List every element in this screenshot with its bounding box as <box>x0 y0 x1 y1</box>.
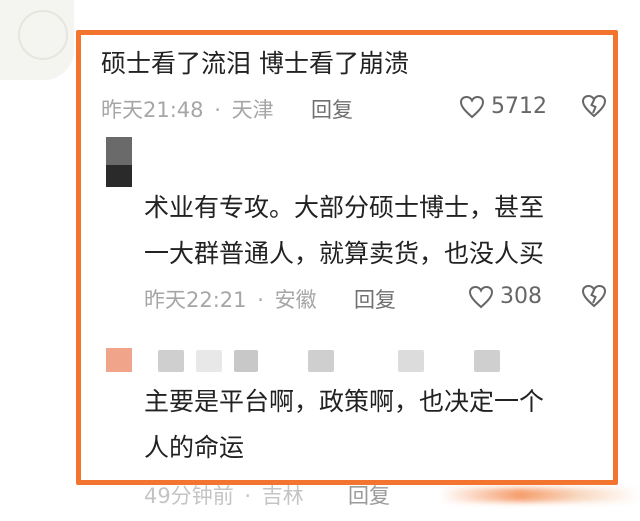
comment-location: 天津 <box>231 98 274 122</box>
like-count: 5712 <box>491 94 547 119</box>
blur-block <box>196 350 222 372</box>
comment-2-meta: 昨天22:21 · 安徽 <box>144 284 317 314</box>
dislike-button[interactable] <box>581 284 607 308</box>
like-button[interactable]: 5712 <box>459 94 547 119</box>
comment-time: 49分钟前 <box>144 484 234 508</box>
comment-location: 吉林 <box>261 484 304 508</box>
avatar-ring <box>18 10 68 60</box>
comment-3-text-line-1: 主要是平台啊，政策啊，也决定一个 <box>144 387 545 416</box>
blur-block <box>158 350 184 372</box>
comment-2-avatar[interactable] <box>106 137 132 187</box>
comment-3-avatar[interactable] <box>106 348 132 372</box>
blur-block <box>346 350 386 372</box>
bottom-glow-decoration <box>440 488 640 502</box>
blur-block <box>270 350 296 372</box>
like-button[interactable]: 308 <box>468 284 542 309</box>
meta-separator: · <box>257 288 264 312</box>
blur-block <box>436 350 462 372</box>
top-avatar-partial <box>0 0 74 80</box>
comment-3-username-blurred <box>158 350 500 372</box>
comment-2-text-line-2: 一大群普通人，就算卖货，也没人买 <box>144 239 545 268</box>
blur-block <box>308 350 334 372</box>
blur-block <box>474 350 500 372</box>
reply-button[interactable]: 回复 <box>348 480 390 510</box>
meta-separator: · <box>244 484 252 508</box>
comment-time: 昨天21:48 <box>101 98 204 122</box>
broken-heart-icon <box>581 94 607 118</box>
heart-outline-icon <box>468 285 494 308</box>
comment-location: 安徽 <box>274 288 317 312</box>
comment-1-text: 硕士看了流泪 博士看了崩溃 <box>101 49 409 78</box>
comment-2-text-line-1: 术业有专攻。大部分硕士博士，甚至 <box>144 193 545 222</box>
like-count: 308 <box>500 284 542 309</box>
reply-button[interactable]: 回复 <box>311 94 353 124</box>
meta-separator: · <box>214 98 221 122</box>
comment-3-meta: 49分钟前 · 吉林 <box>144 480 304 510</box>
heart-outline-icon <box>459 95 485 118</box>
reply-button[interactable]: 回复 <box>354 284 396 314</box>
comment-time: 昨天22:21 <box>144 288 247 312</box>
broken-heart-icon <box>581 284 607 308</box>
blur-block <box>398 350 424 372</box>
comment-1-meta: 昨天21:48 · 天津 <box>101 94 274 124</box>
comment-3-text-line-2: 人的命运 <box>144 433 245 462</box>
blur-block <box>234 350 258 372</box>
dislike-button[interactable] <box>581 94 607 118</box>
